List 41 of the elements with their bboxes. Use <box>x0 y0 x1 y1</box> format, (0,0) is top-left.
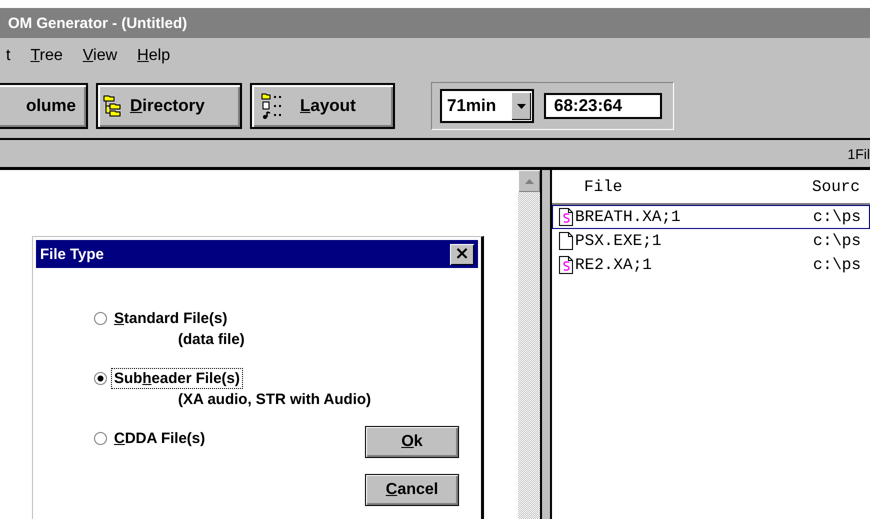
file-name: BREATH.XA;1 <box>575 208 681 226</box>
option-note: (XA audio, STR with Audio) <box>177 391 372 408</box>
column-header[interactable]: Sourc <box>812 178 860 196</box>
audio-file-icon <box>559 256 573 274</box>
source-path: c:\ps <box>813 208 862 226</box>
pane-splitter[interactable] <box>540 170 552 519</box>
file-row[interactable]: PSX.EXE;1 c:\ps <box>552 229 870 253</box>
source-path: c:\ps <box>813 232 862 250</box>
radio-label[interactable]: Standard File(s) <box>111 308 230 329</box>
audio-file-icon <box>559 208 573 226</box>
menu-item[interactable]: View <box>82 47 118 65</box>
dropdown-arrow-icon <box>516 104 526 108</box>
dialog-button[interactable]: Ok <box>365 426 459 458</box>
radio-button[interactable] <box>94 432 107 445</box>
menu-item[interactable]: Tree <box>30 47 63 65</box>
menu-item[interactable]: Help <box>137 47 170 65</box>
source-path: c:\ps <box>813 256 862 274</box>
radio-label[interactable]: CDDA File(s) <box>111 428 208 449</box>
close-button[interactable]: × <box>450 244 474 264</box>
file-icon <box>559 232 573 250</box>
dialog-title: File Type <box>40 246 104 262</box>
time-field[interactable]: 68:23:64 <box>544 93 662 119</box>
column-header[interactable]: File <box>552 178 812 196</box>
radio-button[interactable] <box>94 372 107 385</box>
capacity-dropdown[interactable]: 71min <box>440 89 534 123</box>
file-name: RE2.XA;1 <box>575 256 652 274</box>
up-arrow-icon <box>524 178 534 184</box>
toolbar-button[interactable]: Directory <box>96 83 242 129</box>
status-text: 1Fil <box>847 146 870 162</box>
toolbar-button[interactable]: olume <box>0 83 88 129</box>
file-row[interactable]: RE2.XA;1 c:\ps <box>552 253 870 277</box>
dialog-button[interactable]: Cancel <box>365 474 459 506</box>
menu-item[interactable]: t <box>6 47 10 65</box>
radio-button[interactable] <box>94 312 107 325</box>
option-note: (data file) <box>177 331 246 348</box>
file-name: PSX.EXE;1 <box>575 232 662 250</box>
scroll-bar[interactable] <box>518 170 540 519</box>
radio-label[interactable]: Subheader File(s) <box>111 368 243 389</box>
window-title: OM Generator - (Untitled) <box>8 14 188 32</box>
file-row[interactable]: BREATH.XA;1 c:\ps <box>552 205 870 229</box>
toolbar-button[interactable]: Layout <box>250 83 395 129</box>
